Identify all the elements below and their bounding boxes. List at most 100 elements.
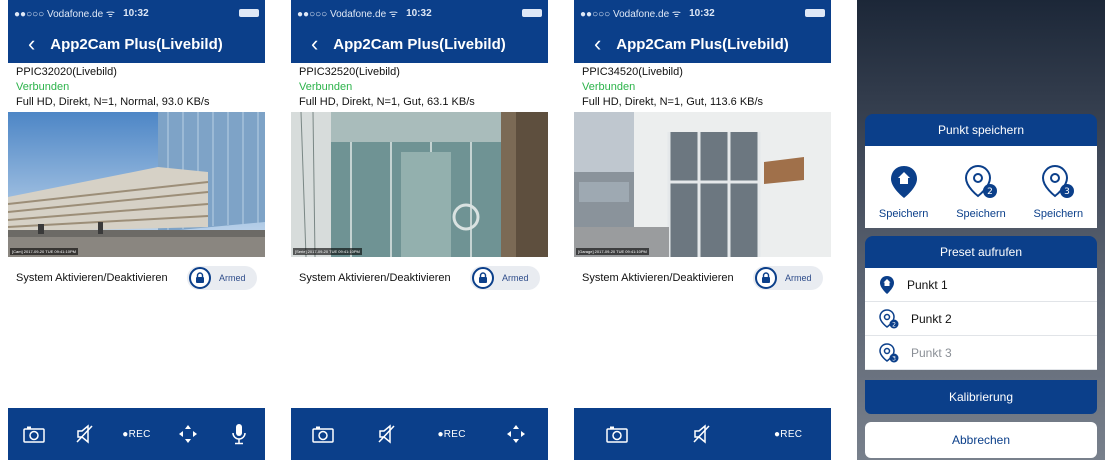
nav-bar: ‹ App2Cam Plus(Livebild) (8, 26, 265, 63)
camera-screen-2: ●●○○○ Vodafone.de ᯤ 10:32 ‹ App2Cam Plus… (291, 0, 548, 460)
camera-info: PPIC34520(Livebild) Verbunden Full HD, D… (582, 65, 827, 110)
pin-3-icon: 3 (1042, 164, 1075, 198)
live-video[interactable]: [Serie] 2017-09-20 TUE 09:41:10PM (291, 112, 548, 257)
preset-screen: Punkt speichern Speichern 2 Speichern 3 … (857, 0, 1105, 460)
connection-status: Verbunden (299, 81, 353, 93)
preset-item-3[interactable]: 3 Punkt 3 (865, 336, 1097, 370)
camera-name: PPIC34520(Livebild) (582, 66, 683, 78)
lock-icon (472, 267, 494, 289)
nav-bar: ‹ App2Cam Plus(Livebild) (291, 26, 548, 63)
preset-item-2[interactable]: 2 Punkt 2 (865, 302, 1097, 336)
arm-label: System Aktivieren/Deaktivieren (299, 272, 451, 284)
lock-icon (755, 267, 777, 289)
live-video[interactable]: [Garage] 2017-09-20 TUE 09:41:10PM (574, 112, 831, 257)
back-chevron-icon[interactable]: ‹ (594, 32, 601, 56)
camera-info: PPIC32520(Livebild) Verbunden Full HD, D… (299, 65, 544, 110)
arm-toggle[interactable]: Armed (470, 266, 540, 290)
arm-row: System Aktivieren/Deaktivieren Armed (16, 265, 257, 291)
save-slot-3-button[interactable]: 3 Speichern (1020, 146, 1097, 228)
svg-text:3: 3 (892, 355, 896, 362)
battery-icon (805, 9, 825, 17)
battery-icon (239, 9, 259, 17)
camera-info: PPIC32020(Livebild) Verbunden Full HD, D… (16, 65, 261, 110)
status-bar: ●●○○○ Vodafone.de ᯤ 10:32 (291, 0, 548, 26)
preset-recall-header: Preset aufrufen (865, 236, 1097, 268)
clock: 10:32 (406, 7, 432, 19)
save-slot-label: Speichern (956, 208, 1006, 220)
arm-state: Armed (219, 273, 246, 283)
stream-info: Full HD, Direkt, N=1, Gut, 63.1 KB/s (299, 96, 475, 108)
speaker-mute-icon[interactable] (686, 418, 718, 450)
svg-text:3: 3 (1064, 187, 1070, 197)
snapshot-camera-icon[interactable] (18, 418, 50, 450)
record-button[interactable]: ●REC (120, 418, 152, 450)
save-slot-2-button[interactable]: 2 Speichern (942, 146, 1019, 228)
record-button[interactable]: ●REC (772, 418, 804, 450)
arm-label: System Aktivieren/Deaktivieren (582, 272, 734, 284)
nav-bar: ‹ App2Cam Plus(Livebild) (574, 26, 831, 63)
record-button[interactable]: ●REC (436, 418, 468, 450)
svg-text:2: 2 (987, 187, 993, 197)
home-pin-icon (880, 275, 894, 294)
bottom-toolbar: ●REC (291, 408, 548, 460)
ptz-arrows-icon[interactable] (172, 418, 204, 450)
clock: 10:32 (123, 7, 149, 19)
page-title: App2Cam Plus(Livebild) (333, 36, 506, 53)
page-title: App2Cam Plus(Livebild) (616, 36, 789, 53)
connection-status: Verbunden (582, 81, 636, 93)
page-title: App2Cam Plus(Livebild) (50, 36, 223, 53)
snapshot-camera-icon[interactable] (307, 418, 339, 450)
arm-toggle[interactable]: Armed (753, 266, 823, 290)
speaker-mute-icon[interactable] (69, 418, 101, 450)
video-timestamp: [Serie] 2017-09-20 TUE 09:41:10PM (293, 248, 362, 255)
live-video[interactable]: [Cam] 2017-09-20 TUE 09:41:10PM (8, 112, 265, 257)
status-bar: ●●○○○ Vodafone.de ᯤ 10:32 (8, 0, 265, 26)
svg-text:2: 2 (892, 321, 896, 328)
arm-state: Armed (502, 273, 529, 283)
camera-screen-1: ●●○○○ Vodafone.de ᯤ 10:32 ‹ App2Cam Plus… (8, 0, 265, 460)
preset-list: Punkt 1 2 Punkt 2 3 Punkt 3 (865, 268, 1097, 370)
pin-3-icon: 3 (879, 342, 899, 362)
stream-info: Full HD, Direkt, N=1, Normal, 93.0 KB/s (16, 96, 210, 108)
back-chevron-icon[interactable]: ‹ (311, 32, 318, 56)
office-entrance-image (574, 112, 831, 257)
arm-row: System Aktivieren/Deaktivieren Armed (299, 265, 540, 291)
video-timestamp: [Cam] 2017-09-20 TUE 09:41:10PM (10, 248, 78, 255)
lock-icon (189, 267, 211, 289)
arm-state: Armed (785, 273, 812, 283)
back-chevron-icon[interactable]: ‹ (28, 32, 35, 56)
building-image (8, 112, 265, 257)
camera-screen-3: ●●○○○ Vodafone.de ᯤ 10:32 ‹ App2Cam Plus… (574, 0, 831, 460)
camera-name: PPIC32520(Livebild) (299, 66, 400, 78)
ptz-arrows-icon[interactable] (500, 418, 532, 450)
save-slot-1-button[interactable]: Speichern (865, 146, 942, 228)
glass-entrance-image (291, 112, 548, 257)
carrier-text: ●●○○○ Vodafone.de ᯤ (14, 9, 116, 20)
save-point-row: Speichern 2 Speichern 3 Speichern (865, 146, 1097, 228)
carrier-text: ●●○○○ Vodafone.de ᯤ (297, 9, 399, 20)
preset-label: Punkt 1 (907, 277, 948, 292)
connection-status: Verbunden (16, 81, 70, 93)
snapshot-camera-icon[interactable] (601, 418, 633, 450)
pin-2-icon: 2 (879, 308, 899, 328)
bottom-toolbar: ●REC (8, 408, 265, 460)
video-timestamp: [Garage] 2017-09-20 TUE 09:41:10PM (576, 248, 649, 255)
arm-row: System Aktivieren/Deaktivieren Armed (582, 265, 823, 291)
camera-name: PPIC32020(Livebild) (16, 66, 117, 78)
bottom-toolbar: ●REC (574, 408, 831, 460)
status-bar: ●●○○○ Vodafone.de ᯤ 10:32 (574, 0, 831, 26)
preset-item-1[interactable]: Punkt 1 (865, 268, 1097, 302)
save-slot-label: Speichern (1033, 208, 1084, 220)
home-pin-icon (890, 166, 917, 198)
preset-label: Punkt 3 (911, 345, 952, 360)
save-slot-label: Speichern (878, 208, 929, 220)
stream-info: Full HD, Direkt, N=1, Gut, 113.6 KB/s (582, 96, 764, 108)
save-point-header: Punkt speichern (865, 114, 1097, 146)
calibration-button[interactable]: Kalibrierung (865, 380, 1097, 414)
pin-2-icon: 2 (964, 164, 997, 198)
preset-label: Punkt 2 (911, 311, 952, 326)
microphone-icon[interactable] (223, 418, 255, 450)
cancel-button[interactable]: Abbrechen (865, 422, 1097, 458)
arm-toggle[interactable]: Armed (187, 266, 257, 290)
speaker-mute-icon[interactable] (371, 418, 403, 450)
